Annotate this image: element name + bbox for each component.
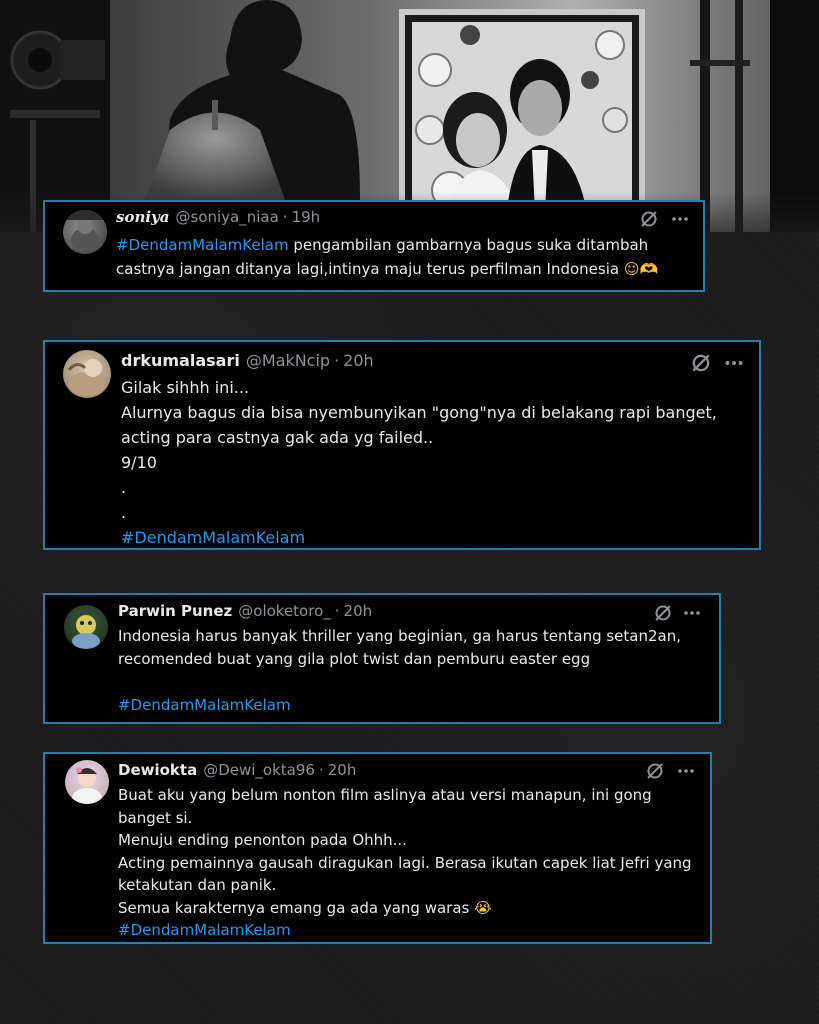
tweet-header: soniya @soniya_niaa · 19h [116, 208, 320, 226]
timestamp[interactable]: 20h [343, 351, 374, 370]
avatar-image [72, 767, 102, 804]
tweet-body: Indonesia harus banyak thriller yang beg… [118, 625, 681, 717]
tweet-line: Buat aku yang belum nonton film aslinya … [118, 786, 652, 804]
more-icon[interactable] [677, 761, 695, 785]
timestamp[interactable]: 20h [328, 761, 357, 779]
separator-dot: · [334, 602, 340, 620]
hashtag-link[interactable]: #DendamMalamKelam [116, 236, 289, 254]
avatar-image [72, 615, 100, 649]
tweet-line: Semua karakternya emang ga ada yang wara… [118, 897, 692, 920]
avatar-image [63, 210, 107, 252]
hashtag-link[interactable]: #DendamMalamKelam [121, 525, 717, 550]
tweet-line: acting para castnya gak ada yg failed.. [121, 428, 434, 447]
tweet-actions [639, 209, 689, 233]
user-handle[interactable]: @soniya_niaa [176, 208, 279, 226]
tweet-body: Gilak sihhh ini... Alurnya bagus dia bis… [121, 375, 717, 550]
grok-icon[interactable] [639, 209, 659, 233]
more-icon[interactable] [724, 352, 744, 378]
more-icon[interactable] [671, 209, 689, 233]
tweet-line: Alurnya bagus dia bisa nyembunyikan "gon… [121, 403, 717, 422]
tweet-line: recomended buat yang gila plot twist dan… [118, 650, 591, 668]
hashtag-link[interactable]: #DendamMalamKelam [118, 919, 692, 942]
avatar-image [67, 359, 105, 396]
separator-dot: · [282, 208, 288, 226]
tweet-body: #DendamMalamKelam pengambilan gambarnya … [116, 233, 658, 281]
header-photo [0, 0, 819, 232]
tweet-line: . [121, 503, 127, 522]
tweet-actions [653, 603, 701, 627]
tweet-card[interactable]: Dewiokta @Dewi_okta96 · 20h Buat aku yan… [43, 752, 712, 944]
hashtag-link[interactable]: #DendamMalamKelam [118, 694, 681, 717]
display-name[interactable]: Parwin Punez [118, 602, 232, 620]
tweet-line: #DendamMalamKelam pengambilan gambarnya … [116, 233, 658, 257]
user-handle[interactable]: @Dewi_okta96 [203, 761, 315, 779]
timestamp[interactable]: 20h [344, 602, 373, 620]
avatar[interactable] [64, 605, 108, 649]
avatar[interactable] [65, 760, 109, 804]
tweet-line: Acting pemainnya gausah diragukan lagi. … [118, 853, 692, 872]
tweet-line: castnya jangan ditanya lagi,intinya maju… [116, 257, 658, 281]
tweet-card[interactable]: Parwin Punez @oloketoro_ · 20h Indonesia… [43, 593, 721, 724]
tweet-actions [645, 761, 695, 785]
tweet-line: Menuju ending penonton pada Ohhh... [118, 831, 407, 849]
tweet-card[interactable]: soniya @soniya_niaa · 19h #DendamMalamKe… [43, 200, 705, 292]
tweet-text: Semua karakternya emang ga ada yang wara… [118, 898, 470, 917]
tweet-line: Gilak sihhh ini... [121, 378, 250, 397]
tweet-card[interactable]: drkumalasari @MakNcip · 20h Gilak sihhh … [43, 340, 761, 550]
emoji: ☺🫶 [623, 260, 659, 278]
user-handle[interactable]: @oloketoro_ [238, 602, 330, 620]
display-name[interactable]: drkumalasari [121, 351, 240, 370]
separator-dot: · [334, 351, 340, 370]
tweet-header: drkumalasari @MakNcip · 20h [121, 351, 374, 370]
user-handle[interactable]: @MakNcip [246, 351, 330, 370]
emoji: 😭 [474, 898, 492, 917]
tweet-line: 9/10 [121, 453, 157, 472]
tweet-line: ketakutan dan panik. [118, 876, 277, 894]
tweet-header: Parwin Punez @oloketoro_ · 20h [118, 602, 372, 620]
tweet-header: Dewiokta @Dewi_okta96 · 20h [118, 761, 356, 779]
timestamp[interactable]: 19h [292, 208, 321, 226]
tweet-text: pengambilan gambarnya bagus suka ditamba… [288, 236, 649, 254]
tweet-body: Buat aku yang belum nonton film aslinya … [118, 784, 692, 942]
grok-icon[interactable] [653, 603, 673, 627]
tweet-line: . [121, 478, 127, 497]
more-icon[interactable] [683, 603, 701, 627]
display-name[interactable]: Dewiokta [118, 761, 197, 779]
avatar[interactable] [63, 210, 107, 254]
avatar[interactable] [63, 350, 111, 398]
tweet-line: Indonesia harus banyak thriller yang beg… [118, 627, 681, 645]
tweet-line: banget si. [118, 808, 193, 827]
tweet-text: castnya jangan ditanya lagi,intinya maju… [116, 260, 620, 278]
separator-dot: · [318, 761, 324, 779]
grok-icon[interactable] [645, 761, 665, 785]
display-name[interactable]: soniya [116, 208, 170, 226]
